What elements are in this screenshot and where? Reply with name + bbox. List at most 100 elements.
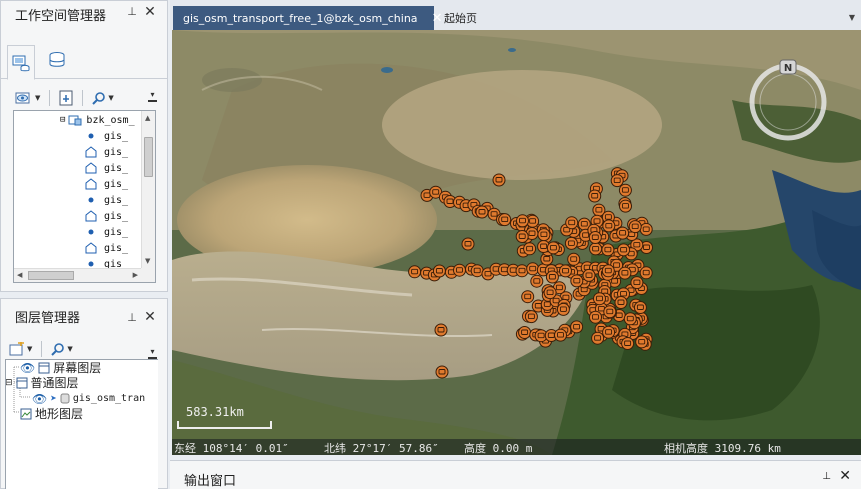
tree-node-datasource[interactable]: ⊟ bzk_osm_ bbox=[60, 112, 135, 128]
dataset-item[interactable]: gis_ bbox=[84, 208, 128, 224]
transport-point-marker[interactable] bbox=[635, 335, 649, 349]
transport-point-marker[interactable] bbox=[589, 310, 602, 324]
visibility-eye-icon[interactable]: 👁 bbox=[20, 361, 35, 375]
transport-point-marker[interactable] bbox=[432, 264, 446, 278]
dataset-item[interactable]: gis_ bbox=[84, 240, 128, 256]
layer-child[interactable]: 👁 ➤ gis_osm_tran bbox=[32, 391, 145, 406]
close-icon[interactable]: ✕ bbox=[839, 468, 851, 484]
transport-point-marker[interactable] bbox=[621, 337, 635, 350]
dataset-item[interactable]: gis_ bbox=[84, 144, 128, 160]
visibility-eye-icon[interactable]: 👁 bbox=[32, 392, 47, 406]
toolbar-overflow-icon[interactable]: ▾ bbox=[148, 91, 157, 102]
export-button[interactable] bbox=[57, 89, 75, 107]
transport-point-marker[interactable] bbox=[618, 266, 632, 280]
transport-point-marker[interactable] bbox=[556, 302, 570, 316]
transport-point-marker[interactable] bbox=[453, 263, 466, 277]
transport-point-marker[interactable] bbox=[633, 301, 647, 314]
transport-point-marker[interactable] bbox=[618, 183, 632, 197]
vertical-scrollbar[interactable]: ▲ ▼ bbox=[141, 111, 155, 268]
transport-point-marker[interactable] bbox=[559, 264, 572, 278]
transport-point-marker[interactable] bbox=[537, 228, 551, 242]
add-layer-button[interactable]: ▼ bbox=[7, 340, 34, 358]
transport-point-marker[interactable] bbox=[524, 310, 538, 324]
transport-point-marker[interactable] bbox=[619, 199, 632, 213]
transport-point-marker[interactable] bbox=[546, 241, 560, 255]
transport-point-marker[interactable] bbox=[492, 173, 506, 187]
layer-screen[interactable]: 👁 屏幕图层 bbox=[20, 360, 101, 376]
transport-point-marker[interactable] bbox=[434, 323, 448, 337]
transport-point-marker[interactable] bbox=[588, 231, 602, 244]
tab-start-page[interactable]: 起始页 bbox=[434, 6, 487, 30]
transport-point-marker[interactable] bbox=[602, 325, 616, 339]
dataset-item[interactable]: gis_ bbox=[84, 192, 128, 208]
view-options-button[interactable]: ▼ bbox=[13, 89, 42, 107]
transport-point-marker[interactable] bbox=[610, 174, 624, 188]
transport-point-marker[interactable] bbox=[565, 216, 579, 230]
transport-point-marker[interactable] bbox=[498, 213, 512, 227]
transport-point-marker[interactable] bbox=[526, 262, 540, 276]
map-scene[interactable]: N 583.31km 东经 108°14′ 0.01″ 北纬 27°17′ 57… bbox=[172, 30, 861, 455]
transport-point-marker[interactable] bbox=[639, 222, 653, 236]
search-button[interactable]: ▼ bbox=[90, 89, 115, 107]
transport-point-marker[interactable] bbox=[639, 266, 653, 280]
transport-point-marker[interactable] bbox=[616, 226, 630, 240]
layer-normal[interactable]: ⊟ 普通图层 bbox=[6, 375, 79, 390]
scrollbar-thumb[interactable] bbox=[28, 271, 74, 280]
close-icon[interactable]: ✕ bbox=[143, 4, 157, 20]
transport-point-marker[interactable] bbox=[521, 290, 535, 304]
transport-point-marker[interactable] bbox=[601, 264, 615, 278]
transport-point-marker[interactable] bbox=[516, 214, 529, 228]
transport-point-marker[interactable] bbox=[564, 236, 578, 250]
transport-point-marker[interactable] bbox=[545, 270, 559, 284]
transport-point-marker[interactable] bbox=[470, 264, 484, 278]
pin-icon[interactable]: ⊥ bbox=[125, 311, 139, 324]
transport-point-marker[interactable] bbox=[570, 320, 584, 334]
transport-point-marker[interactable] bbox=[461, 237, 475, 251]
transport-point-marker[interactable] bbox=[408, 265, 422, 279]
collapse-icon[interactable]: ⊟ bbox=[6, 378, 13, 388]
transport-point-marker[interactable] bbox=[567, 252, 581, 266]
tab-datasources[interactable] bbox=[7, 45, 35, 80]
transport-point-marker[interactable] bbox=[518, 326, 532, 339]
layer-terrain[interactable]: 地形图层 bbox=[20, 406, 83, 421]
transport-point-marker[interactable] bbox=[623, 312, 637, 326]
horizontal-scrollbar[interactable]: ◀ ▶ bbox=[14, 268, 141, 282]
compass-widget[interactable]: N bbox=[746, 58, 830, 142]
transport-point-marker[interactable] bbox=[515, 264, 529, 278]
scroll-up-icon[interactable]: ▲ bbox=[145, 114, 150, 122]
transport-point-marker[interactable] bbox=[628, 220, 642, 234]
dataset-item[interactable]: gis_ bbox=[84, 160, 128, 176]
transport-point-marker[interactable] bbox=[588, 189, 602, 203]
transport-point-marker[interactable] bbox=[543, 286, 557, 300]
transport-point-marker[interactable] bbox=[554, 328, 567, 342]
tab-databases[interactable] bbox=[43, 45, 71, 75]
toolbar-overflow-icon[interactable]: ▾ bbox=[148, 348, 157, 359]
dataset-item[interactable]: gis_ bbox=[84, 128, 128, 144]
pin-icon[interactable]: ⊥ bbox=[822, 471, 831, 482]
transport-point-marker[interactable] bbox=[614, 296, 628, 309]
transport-point-marker[interactable] bbox=[435, 365, 449, 379]
scroll-left-icon[interactable]: ◀ bbox=[17, 271, 22, 279]
transport-point-marker[interactable] bbox=[630, 276, 644, 290]
transport-point-marker[interactable] bbox=[591, 331, 605, 345]
close-icon[interactable]: ✕ bbox=[143, 309, 157, 325]
pin-icon[interactable]: ⊥ bbox=[125, 5, 139, 18]
dataset-item[interactable]: gis_ bbox=[84, 224, 128, 240]
transport-point-marker[interactable] bbox=[589, 242, 603, 256]
transport-point-marker[interactable] bbox=[530, 274, 544, 288]
collapse-icon[interactable]: ⊟ bbox=[60, 115, 65, 125]
scroll-right-icon[interactable]: ▶ bbox=[133, 271, 138, 279]
scrollbar-thumb[interactable] bbox=[144, 137, 153, 177]
transport-point-marker[interactable] bbox=[515, 230, 529, 243]
scroll-down-icon[interactable]: ▼ bbox=[145, 257, 150, 265]
transport-point-marker[interactable] bbox=[601, 243, 615, 257]
transport-point-marker[interactable] bbox=[475, 205, 489, 219]
selectable-arrow-icon[interactable]: ➤ bbox=[50, 392, 57, 405]
transport-point-marker[interactable] bbox=[602, 219, 616, 233]
layer-search-button[interactable]: ▼ bbox=[49, 340, 74, 358]
transport-point-marker[interactable] bbox=[582, 268, 596, 282]
tab-map-scene[interactable]: gis_osm_transport_free_1@bzk_osm_china ✕ bbox=[173, 6, 442, 30]
transport-point-marker[interactable] bbox=[617, 243, 631, 257]
transport-point-marker[interactable] bbox=[570, 274, 584, 288]
transport-point-marker[interactable] bbox=[593, 292, 606, 306]
